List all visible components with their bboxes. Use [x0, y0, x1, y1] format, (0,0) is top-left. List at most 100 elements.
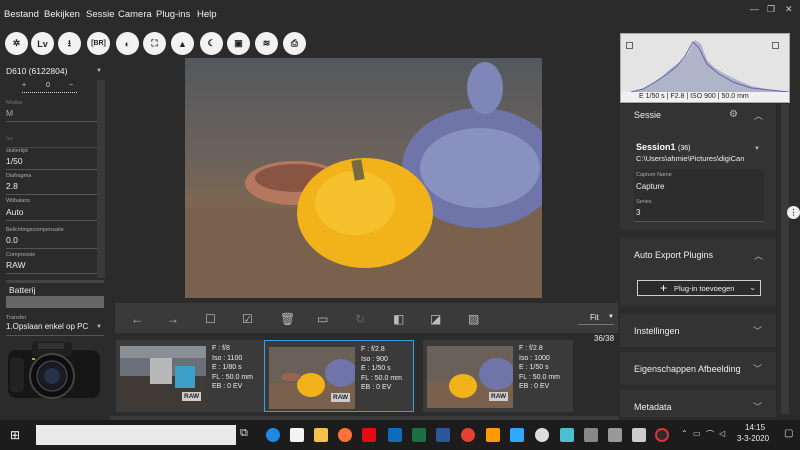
transfer-select[interactable]: 1.Opslaan enkel op PC ▼	[6, 322, 104, 336]
network-icon[interactable]: ⌒	[706, 429, 714, 440]
auto-export-panel: Auto Export Plugins ︿ + Plug-in toevoege…	[620, 238, 776, 306]
firefox-icon[interactable]	[338, 428, 352, 442]
section-metadata[interactable]: Metadata ﹀	[620, 389, 776, 417]
download-icon[interactable]: ⭳	[58, 32, 81, 55]
gear-icon[interactable]: ⚙	[729, 109, 738, 120]
photoshop-icon[interactable]	[510, 428, 524, 442]
thumbnail-3[interactable]: RAW F : f/2.8 Iso : 1000 E : 1/50 s FL :…	[423, 340, 573, 412]
rotate-icon[interactable]: ↻	[355, 312, 365, 326]
zoom-select[interactable]: Fit ▼	[578, 311, 614, 325]
menu-bekijken[interactable]: Bekijken	[44, 9, 80, 20]
chevron-up-icon[interactable]: ︿	[754, 109, 763, 122]
compare-icon[interactable]: ◧	[393, 312, 404, 326]
witbalans-select[interactable]: Auto▼	[6, 207, 104, 221]
app-icon[interactable]	[608, 428, 622, 442]
menu-bestand[interactable]: Bestand	[4, 9, 39, 20]
menu-plugins[interactable]: Plug-ins	[156, 9, 190, 20]
modus-select[interactable]: M	[6, 108, 104, 122]
more-options-icon[interactable]: ⋮	[787, 206, 800, 219]
session-name-row[interactable]: Session1 (36)	[636, 142, 691, 152]
highlight-clip-toggle[interactable]	[772, 42, 779, 49]
person-icon[interactable]	[632, 428, 646, 442]
volume-icon[interactable]: ◁	[719, 429, 725, 438]
liveview-button[interactable]: Lv	[31, 32, 54, 55]
shadow-clip-toggle[interactable]	[626, 42, 633, 49]
witbalans-label: Witbalans	[6, 198, 31, 204]
thumbnail-info: F : f/8 Iso : 1100 E : 1/80 s FL : 50.0 …	[212, 344, 253, 392]
excel-icon[interactable]	[412, 428, 426, 442]
notification-icon[interactable]: ▢	[784, 428, 793, 439]
illustrator-icon[interactable]	[486, 428, 500, 442]
belichting-select[interactable]: 0.0▼	[6, 235, 104, 249]
section-title: Eigenschappen Afbeelding	[634, 364, 741, 374]
diafragma-select[interactable]: 2.8▼	[6, 181, 104, 195]
right-panel-scrollbar[interactable]	[781, 104, 789, 414]
menu-sessie[interactable]: Sessie	[86, 9, 115, 20]
check-icon[interactable]: ☑	[242, 312, 253, 326]
transform-icon[interactable]: ◪	[430, 312, 441, 326]
thumb-iso: Iso : 1100	[212, 354, 243, 362]
clock-date: 3-3-2020	[737, 434, 770, 443]
compressie-select[interactable]: RAW▼	[6, 260, 104, 274]
edit-image-icon[interactable]: ▨	[468, 312, 479, 326]
gallery-icon[interactable]: ▣	[227, 32, 250, 55]
previous-icon[interactable]: ←	[131, 312, 143, 326]
battery-icon[interactable]: ▭	[693, 429, 701, 438]
section-instellingen[interactable]: Instellingen ﹀	[620, 313, 776, 347]
left-panel-scrollbar[interactable]	[97, 80, 105, 278]
broadcast-icon[interactable]: ≋	[255, 32, 278, 55]
chevron-up-icon[interactable]: ︿	[754, 249, 763, 262]
aperture-icon[interactable]: ✲	[5, 32, 28, 55]
histogram-caption: E 1/50 s | F2.8 | ISO 900 | 50.0 mm	[639, 93, 749, 100]
minimize-icon[interactable]: —	[750, 4, 759, 14]
vectorworks-icon[interactable]	[560, 428, 574, 442]
thumb-iso: Iso : 900	[361, 355, 388, 363]
thumb-f: F : f/2.8	[361, 346, 385, 353]
exposure-icon[interactable]: ◐	[116, 32, 139, 55]
image-icon[interactable]: ▭	[317, 312, 328, 326]
main-preview-image[interactable]	[185, 58, 542, 298]
menu-help[interactable]: Help	[197, 9, 217, 20]
batterij-label: Batterij	[9, 285, 36, 295]
chrome-icon[interactable]	[461, 428, 475, 442]
app-icon[interactable]	[535, 428, 549, 442]
section-title: Instellingen	[634, 326, 680, 336]
focus-icon[interactable]: ⛶	[143, 32, 166, 55]
series-field[interactable]: Series 3	[634, 196, 764, 222]
capture-name-field[interactable]: Capture Name Capture	[634, 169, 764, 199]
bracketing-button[interactable]: [BR]	[87, 32, 110, 55]
explorer-icon[interactable]	[314, 428, 328, 442]
word-icon[interactable]	[436, 428, 450, 442]
restore-icon[interactable]: ❐	[767, 4, 775, 15]
edge-icon[interactable]	[266, 428, 280, 442]
mail-icon[interactable]	[388, 428, 402, 442]
camera-select[interactable]: D610 (6122804) ▼	[6, 66, 104, 80]
search-bar[interactable]	[36, 425, 236, 445]
chevron-down-icon: ﹀	[752, 326, 762, 336]
timelapse-icon[interactable]: ☾	[200, 32, 223, 55]
netflix-icon[interactable]	[362, 428, 376, 442]
sluitertijd-select[interactable]: 1/50▼	[6, 156, 104, 170]
store-icon[interactable]	[290, 428, 304, 442]
capture-name-value: Capture	[636, 182, 665, 191]
select-icon[interactable]: ☐	[205, 312, 216, 326]
compressie-value: RAW	[6, 260, 26, 270]
print-icon[interactable]: ⎙	[283, 32, 306, 55]
add-plugin-button[interactable]: + Plug-in toevoegen ⌄	[637, 280, 761, 296]
start-icon[interactable]: ⊞	[10, 428, 20, 442]
close-icon[interactable]: ✕	[785, 4, 793, 15]
section-eigenschappen[interactable]: Eigenschappen Afbeelding ﹀	[620, 351, 776, 385]
menu-camera[interactable]: Camera	[118, 9, 152, 20]
chevron-down-icon: ﹀	[752, 364, 762, 374]
photos-icon[interactable]	[584, 428, 598, 442]
belichting-label: Belichtingscompensatie	[6, 227, 64, 233]
next-icon[interactable]: →	[167, 312, 179, 326]
image-icon[interactable]: ▲	[171, 32, 194, 55]
task-view-icon[interactable]: ⧉	[240, 427, 248, 440]
thumbnail-2[interactable]: RAW F : f/2.8 Iso : 900 E : 1/50 s FL : …	[264, 340, 414, 412]
tray-chevron-icon[interactable]: ⌃	[681, 429, 688, 438]
delete-icon[interactable]: 🗑	[280, 312, 295, 326]
thumbnail-1[interactable]: RAW F : f/8 Iso : 1100 E : 1/80 s FL : 5…	[116, 340, 266, 412]
digicam-icon[interactable]	[655, 428, 669, 442]
camera-model: D610 (6122804)	[6, 66, 68, 76]
